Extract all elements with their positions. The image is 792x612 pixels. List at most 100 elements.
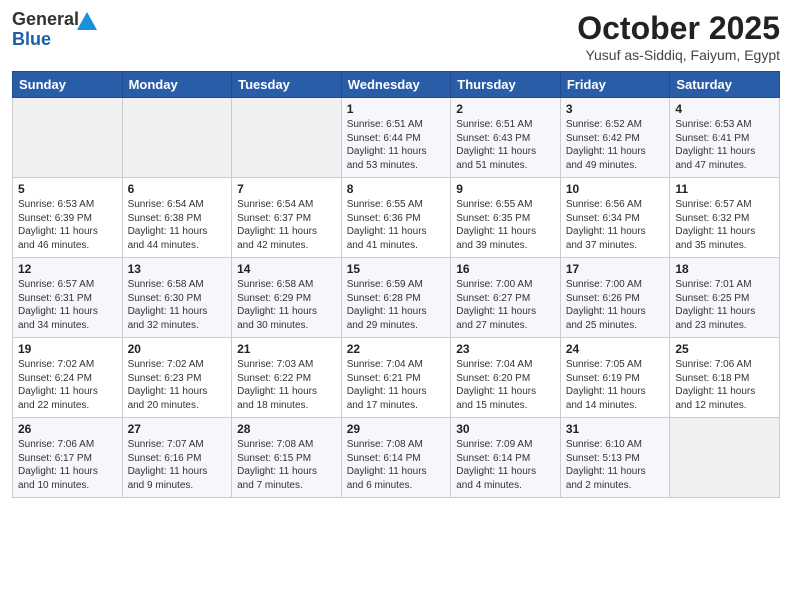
subtitle: Yusuf as-Siddiq, Faiyum, Egypt — [577, 47, 780, 63]
title-area: October 2025 Yusuf as-Siddiq, Faiyum, Eg… — [577, 10, 780, 63]
day-number: 31 — [566, 422, 665, 436]
day-info: Sunrise: 7:08 AM Sunset: 6:15 PM Dayligh… — [237, 439, 317, 491]
day-number: 9 — [456, 182, 555, 196]
day-cell: 22 Sunrise: 7:04 AM Sunset: 6:21 PM Dayli… — [341, 338, 451, 418]
col-header-friday: Friday — [560, 72, 670, 98]
day-cell: 24Sunrise: 7:05 AM Sunset: 6:19 PM Dayli… — [560, 338, 670, 418]
day-info: Sunrise: 6:52 AM Sunset: 6:42 PM Dayligh… — [566, 119, 646, 171]
day-info: Sunrise: 7:01 AM Sunset: 6:25 PM Dayligh… — [675, 279, 755, 331]
day-info: Sunrise: 6:54 AM Sunset: 6:37 PM Dayligh… — [237, 199, 317, 251]
day-cell: 23 Sunrise: 7:04 AM Sunset: 6:20 PM Dayli… — [451, 338, 561, 418]
calendar-table: SundayMondayTuesdayWednesdayThursdayFrid… — [12, 71, 780, 498]
day-number: 26 — [18, 422, 117, 436]
day-info: Sunrise: 6:53 AM Sunset: 6:41 PM Dayligh… — [675, 119, 755, 171]
day-info: Sunrise: 7:03 AM Sunset: 6:22 PM Dayligh… — [237, 359, 317, 411]
day-number: 4 — [675, 102, 774, 116]
day-cell: 17 Sunrise: 7:00 AM Sunset: 6:26 PM Dayli… — [560, 258, 670, 338]
day-info: Sunrise: 7:09 AM Sunset: 6:14 PM Dayligh… — [456, 439, 536, 491]
day-cell: 25 Sunrise: 7:06 AM Sunset: 6:18 PM Dayli… — [670, 338, 780, 418]
month-title: October 2025 — [577, 10, 780, 47]
header: General Blue October 2025 Yusuf as-Siddi… — [12, 10, 780, 63]
day-info: Sunrise: 6:10 AM Sunset: 5:13 PM Dayligh… — [566, 439, 646, 491]
day-cell: 30 Sunrise: 7:09 AM Sunset: 6:14 PM Dayli… — [451, 418, 561, 498]
day-info: Sunrise: 6:51 AM Sunset: 6:43 PM Dayligh… — [456, 119, 536, 171]
day-number: 2 — [456, 102, 555, 116]
day-info: Sunrise: 6:53 AM Sunset: 6:39 PM Dayligh… — [18, 199, 98, 251]
day-number: 19 — [18, 342, 117, 356]
day-info: Sunrise: 6:51 AM Sunset: 6:44 PM Dayligh… — [347, 119, 427, 171]
col-header-wednesday: Wednesday — [341, 72, 451, 98]
day-number: 18 — [675, 262, 774, 276]
day-cell: 29 Sunrise: 7:08 AM Sunset: 6:14 PM Dayli… — [341, 418, 451, 498]
day-number: 11 — [675, 182, 774, 196]
day-number: 5 — [18, 182, 117, 196]
day-cell: 5 Sunrise: 6:53 AM Sunset: 6:39 PM Daylig… — [13, 178, 123, 258]
day-cell: 8Sunrise: 6:55 AM Sunset: 6:36 PM Daylig… — [341, 178, 451, 258]
day-number: 17 — [566, 262, 665, 276]
page-container: General Blue October 2025 Yusuf as-Siddi… — [0, 0, 792, 508]
day-cell — [670, 418, 780, 498]
day-number: 15 — [347, 262, 446, 276]
day-cell: 27 Sunrise: 7:07 AM Sunset: 6:16 PM Dayli… — [122, 418, 232, 498]
day-info: Sunrise: 7:04 AM Sunset: 6:21 PM Dayligh… — [347, 359, 427, 411]
day-cell: 31 Sunrise: 6:10 AM Sunset: 5:13 PM Dayli… — [560, 418, 670, 498]
day-cell: 20Sunrise: 7:02 AM Sunset: 6:23 PM Dayli… — [122, 338, 232, 418]
day-info: Sunrise: 7:02 AM Sunset: 6:24 PM Dayligh… — [18, 359, 98, 411]
day-number: 12 — [18, 262, 117, 276]
week-row-2: 5 Sunrise: 6:53 AM Sunset: 6:39 PM Daylig… — [13, 178, 780, 258]
day-number: 21 — [237, 342, 336, 356]
col-header-tuesday: Tuesday — [232, 72, 342, 98]
day-info: Sunrise: 7:05 AM Sunset: 6:19 PM Dayligh… — [566, 359, 646, 411]
col-header-sunday: Sunday — [13, 72, 123, 98]
day-info: Sunrise: 7:07 AM Sunset: 6:16 PM Dayligh… — [128, 439, 208, 491]
day-cell: 16Sunrise: 7:00 AM Sunset: 6:27 PM Dayli… — [451, 258, 561, 338]
day-cell: 1 Sunrise: 6:51 AM Sunset: 6:44 PM Daylig… — [341, 98, 451, 178]
day-cell — [13, 98, 123, 178]
logo-text: General Blue — [12, 10, 79, 50]
col-header-saturday: Saturday — [670, 72, 780, 98]
day-number: 3 — [566, 102, 665, 116]
logo: General Blue — [12, 10, 79, 50]
day-info: Sunrise: 7:06 AM Sunset: 6:18 PM Dayligh… — [675, 359, 755, 411]
day-cell: 10 Sunrise: 6:56 AM Sunset: 6:34 PM Dayli… — [560, 178, 670, 258]
day-number: 25 — [675, 342, 774, 356]
day-number: 16 — [456, 262, 555, 276]
day-cell: 12 Sunrise: 6:57 AM Sunset: 6:31 PM Dayli… — [13, 258, 123, 338]
day-number: 29 — [347, 422, 446, 436]
day-cell: 13Sunrise: 6:58 AM Sunset: 6:30 PM Dayli… — [122, 258, 232, 338]
week-row-3: 12 Sunrise: 6:57 AM Sunset: 6:31 PM Dayli… — [13, 258, 780, 338]
day-info: Sunrise: 6:57 AM Sunset: 6:31 PM Dayligh… — [18, 279, 98, 331]
day-cell: 15Sunrise: 6:59 AM Sunset: 6:28 PM Dayli… — [341, 258, 451, 338]
day-info: Sunrise: 6:55 AM Sunset: 6:36 PM Dayligh… — [347, 199, 427, 251]
day-info: Sunrise: 7:06 AM Sunset: 6:17 PM Dayligh… — [18, 439, 98, 491]
day-cell — [232, 98, 342, 178]
day-info: Sunrise: 6:57 AM Sunset: 6:32 PM Dayligh… — [675, 199, 755, 251]
day-cell: 4 Sunrise: 6:53 AM Sunset: 6:41 PM Daylig… — [670, 98, 780, 178]
day-number: 7 — [237, 182, 336, 196]
day-number: 20 — [128, 342, 227, 356]
day-number: 30 — [456, 422, 555, 436]
day-info: Sunrise: 6:58 AM Sunset: 6:29 PM Dayligh… — [237, 279, 317, 331]
day-cell: 11 Sunrise: 6:57 AM Sunset: 6:32 PM Dayli… — [670, 178, 780, 258]
day-info: Sunrise: 7:00 AM Sunset: 6:26 PM Dayligh… — [566, 279, 646, 331]
day-info: Sunrise: 6:55 AM Sunset: 6:35 PM Dayligh… — [456, 199, 536, 251]
day-cell: 21 Sunrise: 7:03 AM Sunset: 6:22 PM Dayli… — [232, 338, 342, 418]
col-header-monday: Monday — [122, 72, 232, 98]
day-number: 1 — [347, 102, 446, 116]
day-cell: 9 Sunrise: 6:55 AM Sunset: 6:35 PM Daylig… — [451, 178, 561, 258]
header-row: SundayMondayTuesdayWednesdayThursdayFrid… — [13, 72, 780, 98]
day-info: Sunrise: 6:58 AM Sunset: 6:30 PM Dayligh… — [128, 279, 208, 331]
logo-icon — [77, 12, 97, 34]
day-number: 22 — [347, 342, 446, 356]
week-row-4: 19 Sunrise: 7:02 AM Sunset: 6:24 PM Dayli… — [13, 338, 780, 418]
week-row-5: 26 Sunrise: 7:06 AM Sunset: 6:17 PM Dayli… — [13, 418, 780, 498]
day-number: 28 — [237, 422, 336, 436]
day-number: 10 — [566, 182, 665, 196]
day-info: Sunrise: 7:08 AM Sunset: 6:14 PM Dayligh… — [347, 439, 427, 491]
day-cell: 18 Sunrise: 7:01 AM Sunset: 6:25 PM Dayli… — [670, 258, 780, 338]
day-info: Sunrise: 6:56 AM Sunset: 6:34 PM Dayligh… — [566, 199, 646, 251]
day-number: 23 — [456, 342, 555, 356]
day-info: Sunrise: 7:04 AM Sunset: 6:20 PM Dayligh… — [456, 359, 536, 411]
day-number: 27 — [128, 422, 227, 436]
day-cell: 14Sunrise: 6:58 AM Sunset: 6:29 PM Dayli… — [232, 258, 342, 338]
